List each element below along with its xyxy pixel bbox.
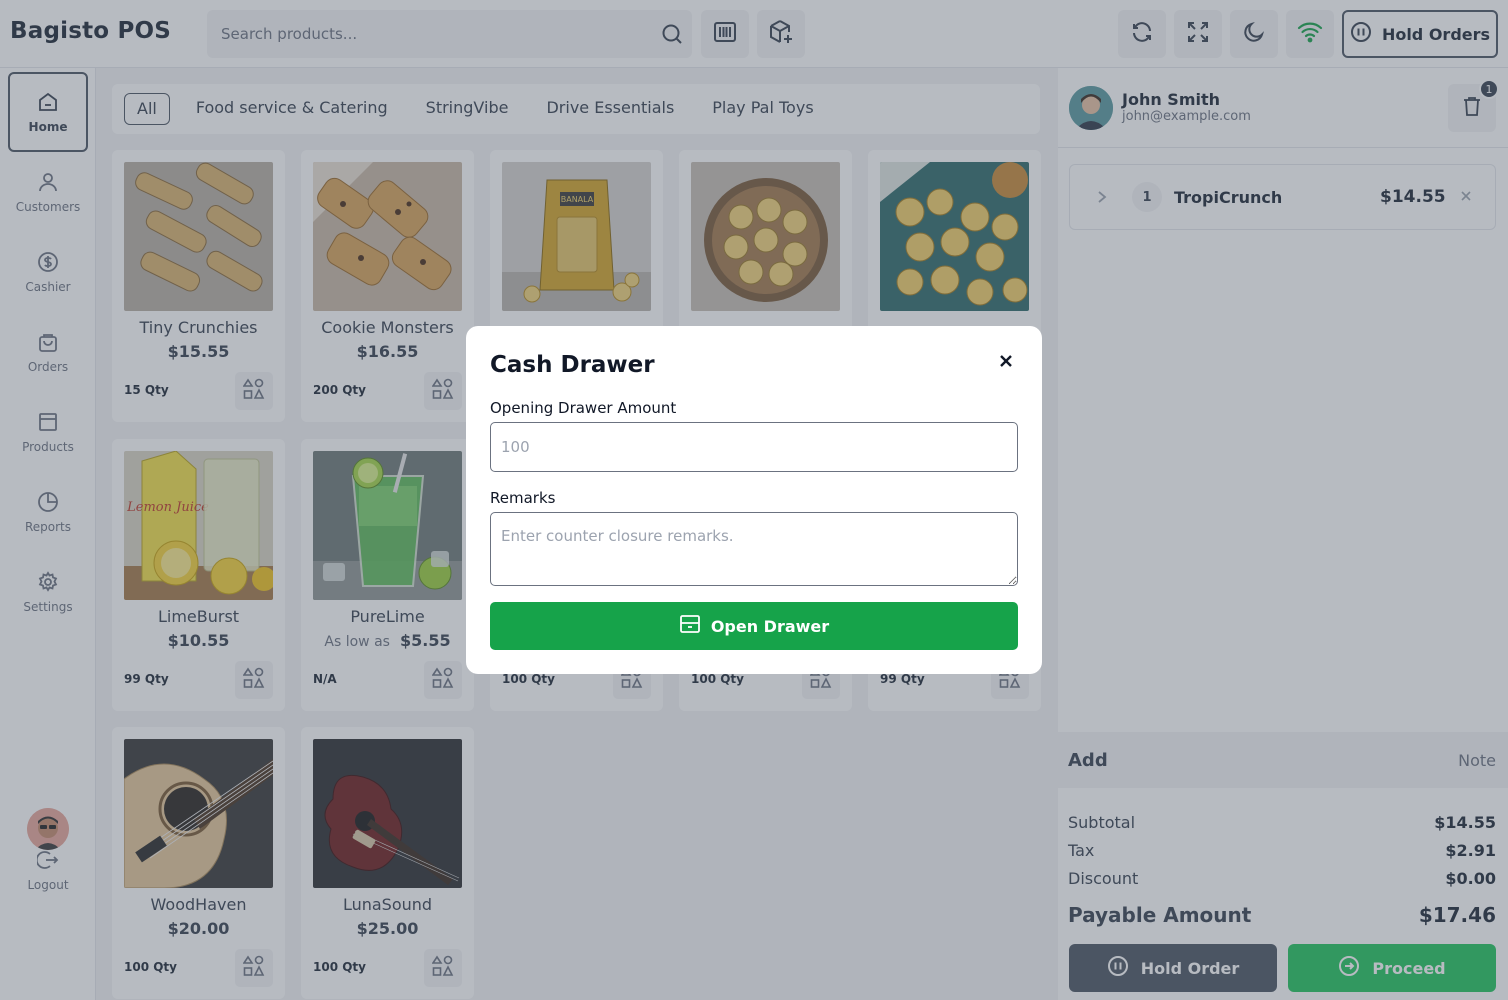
open-drawer-button[interactable]: Open Drawer [490, 602, 1018, 650]
modal-title: Cash Drawer [490, 352, 655, 378]
close-icon [999, 353, 1013, 372]
close-button[interactable] [994, 350, 1018, 374]
remarks-textarea[interactable] [490, 512, 1018, 586]
opening-amount-label: Opening Drawer Amount [490, 399, 677, 417]
remarks-label: Remarks [490, 489, 556, 507]
drawer-icon [679, 613, 701, 639]
open-drawer-label: Open Drawer [710, 616, 830, 636]
cash-drawer-modal: Cash Drawer Opening Drawer Amount Remark… [466, 326, 1042, 674]
opening-amount-input[interactable] [490, 422, 1018, 472]
